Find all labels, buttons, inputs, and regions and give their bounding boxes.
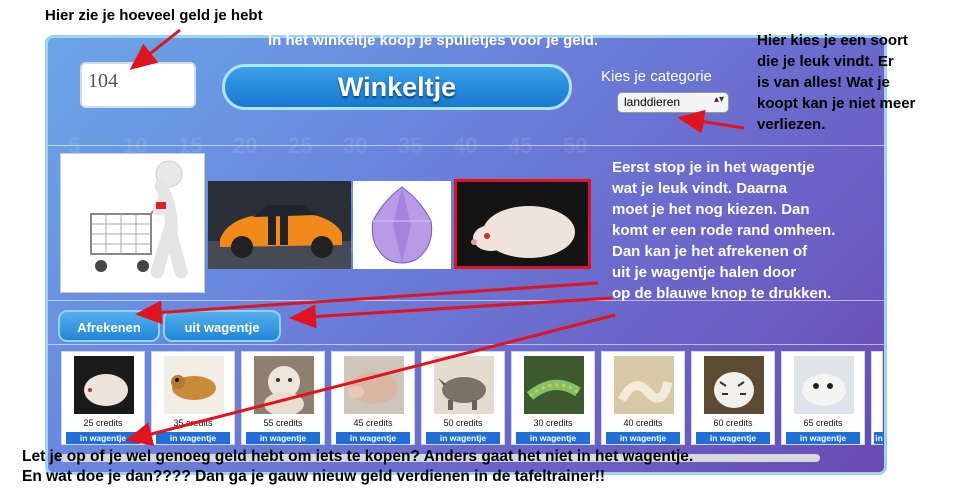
item-price: 45 credits	[353, 418, 393, 428]
item-price: 60 credits	[713, 418, 753, 428]
select-arrows-icon: ▴▾	[713, 94, 724, 105]
add-to-cart-button[interactable]: in	[874, 432, 884, 444]
cart-note-line: wat je leuk vindt. Daarna	[612, 180, 788, 197]
shop-item: 55 credits in wagentje	[241, 351, 325, 445]
white-tiger-photo-icon	[704, 356, 764, 414]
shop-title: Winkeltje	[222, 64, 572, 110]
caterpillar-photo-icon	[524, 356, 584, 414]
item-price: 55 credits	[263, 418, 303, 428]
cart-note-line: Eerst stop je in het wagentje	[612, 159, 815, 176]
category-selected-value: landdieren	[624, 95, 681, 109]
add-to-cart-button[interactable]: in wagentje	[696, 432, 770, 444]
shop-item: 65 credits in wagentje	[781, 351, 865, 445]
divider	[48, 145, 884, 146]
category-note-line: koopt kan je niet meer	[757, 95, 916, 112]
shop-item: in	[871, 351, 884, 445]
seal-pup-photo-icon	[794, 356, 854, 414]
hedgehog-photo-icon	[471, 206, 575, 258]
money-note: Hier zie je hoeveel geld je hebt	[45, 7, 263, 24]
cart-item-gem[interactable]	[353, 181, 451, 269]
footer-note: Let je op of je wel genoeg geld hebt om …	[22, 447, 693, 487]
category-note-line: Hier kies je een soort	[757, 32, 908, 49]
orange-sports-car-photo-icon	[208, 205, 351, 269]
cart-item-car[interactable]	[208, 181, 351, 269]
category-label: Kies je categorie	[601, 68, 712, 85]
add-to-cart-button[interactable]: in wagentje	[246, 432, 320, 444]
shop-item: 45 credits in wagentje	[331, 351, 415, 445]
cart-note-line: komt er een rode rand omheen.	[612, 222, 836, 239]
white-snake-photo-icon	[614, 356, 674, 414]
rhino-photo-icon	[434, 356, 494, 414]
category-note: Hier kies je een soort die je leuk vindt.…	[757, 30, 915, 135]
footer-note-line: Let je op of je wel genoeg geld hebt om …	[22, 448, 694, 465]
shop-item: 40 credits in wagentje	[601, 351, 685, 445]
shopping-cart-hero-image	[60, 153, 205, 293]
add-to-cart-button[interactable]: in wagentje	[66, 432, 140, 444]
intro-note: In het winkeltje koop je spulletjes voor…	[268, 32, 599, 49]
gecko-photo-icon	[164, 356, 224, 414]
add-to-cart-button[interactable]: in wagentje	[156, 432, 230, 444]
cart-note-line: Dan kan je het afrekenen of	[612, 243, 808, 260]
item-price: 50 credits	[443, 418, 483, 428]
money-display: 104	[80, 62, 196, 108]
footer-note-line: En wat doe je dan???? Dan ga je gauw nie…	[22, 468, 606, 485]
shop-item: 60 credits in wagentje	[691, 351, 775, 445]
item-price: 35 credits	[173, 418, 213, 428]
add-to-cart-button[interactable]: in wagentje	[336, 432, 410, 444]
cart-note-line: moet je het nog kiezen. Dan	[612, 201, 810, 218]
checkout-button[interactable]: Afrekenen	[58, 310, 160, 342]
add-to-cart-button[interactable]: in wagentje	[426, 432, 500, 444]
shop-item: 30 credits in wagentje	[511, 351, 595, 445]
hedgehog-photo-icon	[74, 356, 134, 414]
divider	[48, 344, 884, 345]
shop-item: 50 credits in wagentje	[421, 351, 505, 445]
shop-item: 25 credits in wagentje	[61, 351, 145, 445]
item-price: 25 credits	[83, 418, 123, 428]
cart-item-hedgehog-selected[interactable]	[454, 179, 591, 269]
item-price: 40 credits	[623, 418, 663, 428]
remove-from-cart-button[interactable]: uit wagentje	[163, 310, 281, 342]
armadillo-photo-icon	[344, 356, 404, 414]
category-note-line: die je leuk vindt. Er	[757, 53, 894, 70]
white-gorilla-photo-icon	[254, 356, 314, 416]
shop-item: 35 credits in wagentje	[151, 351, 235, 445]
category-note-line: verliezen.	[757, 116, 826, 133]
add-to-cart-button[interactable]: in wagentje	[516, 432, 590, 444]
item-price: 30 credits	[533, 418, 573, 428]
category-note-line: is van alles! Wat je	[757, 74, 890, 91]
add-to-cart-button[interactable]: in wagentje	[606, 432, 680, 444]
add-to-cart-button[interactable]: in wagentje	[786, 432, 860, 444]
cart-note-line: op de blauwe knop te drukken.	[612, 285, 832, 302]
item-price: 65 credits	[803, 418, 843, 428]
purple-gem-photo-icon	[371, 186, 433, 264]
cart-note: Eerst stop je in het wagentje wat je leuk…	[612, 157, 835, 304]
category-select[interactable]: landdieren ▴▾	[617, 92, 729, 113]
cart-note-line: uit je wagentje halen door	[612, 264, 797, 281]
